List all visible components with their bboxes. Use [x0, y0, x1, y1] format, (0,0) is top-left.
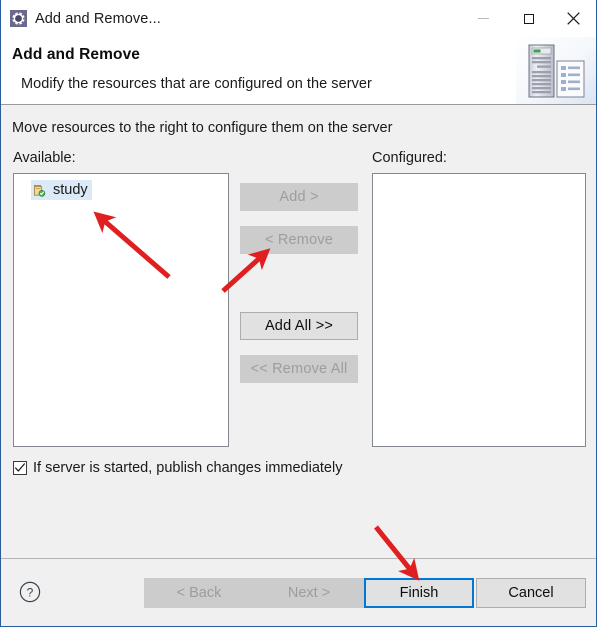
- next-button[interactable]: Next >: [254, 578, 364, 608]
- configured-list[interactable]: [372, 173, 586, 447]
- maximize-icon: [523, 13, 534, 24]
- dialog-header: Add and Remove Modify the resources that…: [1, 37, 596, 105]
- cancel-button[interactable]: Cancel: [476, 578, 586, 608]
- page-title: Add and Remove: [12, 46, 141, 63]
- window-title: Add and Remove...: [35, 10, 161, 27]
- instruction-text: Move resources to the right to configure…: [12, 120, 393, 136]
- add-button[interactable]: Add >: [240, 183, 358, 211]
- window-controls: [461, 0, 596, 37]
- checkmark-icon: [14, 463, 26, 472]
- back-button[interactable]: < Back: [144, 578, 254, 608]
- finish-button[interactable]: Finish: [364, 578, 474, 608]
- available-list[interactable]: study: [13, 173, 229, 447]
- server-and-document-icon: [516, 37, 596, 104]
- remove-button[interactable]: < Remove: [240, 226, 358, 254]
- publish-immediately-checkbox[interactable]: [13, 461, 27, 475]
- publish-immediately-label: If server is started, publish changes im…: [33, 460, 343, 476]
- svg-text:?: ?: [27, 585, 34, 599]
- publish-immediately-row[interactable]: If server is started, publish changes im…: [13, 460, 342, 476]
- gear-icon: [10, 10, 27, 27]
- available-label: Available:: [13, 150, 76, 166]
- close-button[interactable]: [551, 0, 596, 37]
- list-item-label: study: [53, 182, 88, 198]
- title-bar: Add and Remove...: [1, 0, 596, 37]
- minimize-button[interactable]: [461, 0, 506, 37]
- help-icon[interactable]: ?: [19, 581, 41, 603]
- maximize-button[interactable]: [506, 0, 551, 37]
- minimize-icon: [478, 18, 489, 19]
- add-and-remove-dialog: Add and Remove... Add and Remove Modify …: [0, 0, 597, 627]
- close-icon: [567, 12, 580, 25]
- configured-label: Configured:: [372, 150, 447, 166]
- list-item[interactable]: study: [31, 180, 92, 200]
- add-all-button[interactable]: Add All >>: [240, 312, 358, 340]
- page-subtitle: Modify the resources that are configured…: [21, 76, 372, 92]
- module-icon: [31, 182, 47, 198]
- remove-all-button[interactable]: << Remove All: [240, 355, 358, 383]
- dialog-body: Move resources to the right to configure…: [1, 105, 596, 559]
